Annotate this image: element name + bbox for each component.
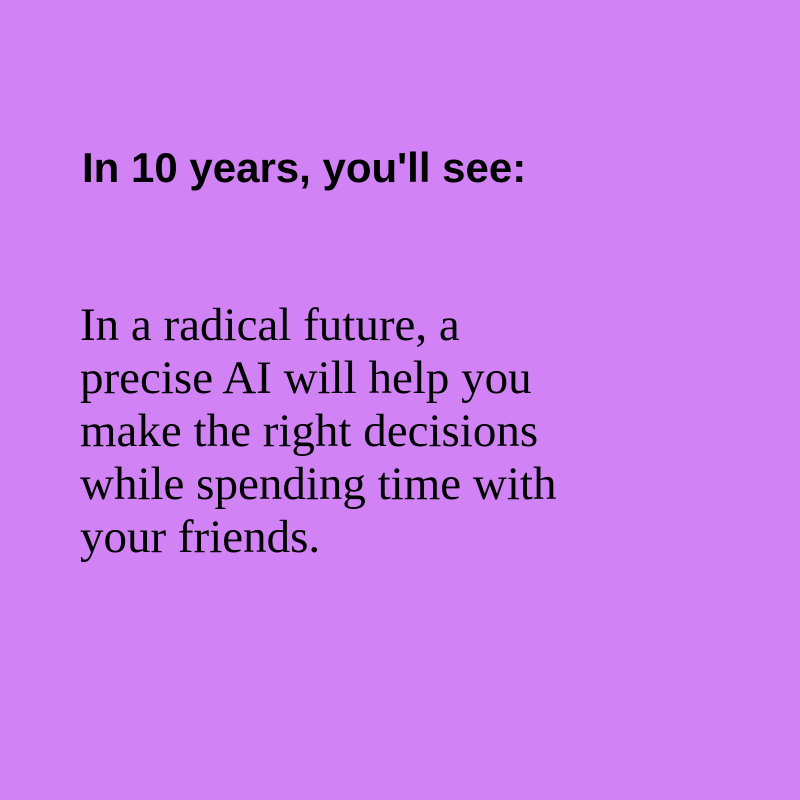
body-line: precise AI will help you [80, 352, 532, 404]
body-line: your friends. [80, 511, 321, 563]
body-line: make the right decisions [80, 405, 539, 457]
body-line: In a radical future, a [80, 299, 460, 351]
body-text: In a radical future, a precise AI will h… [80, 299, 700, 564]
quote-card: In 10 years, you'll see: In a radical fu… [0, 0, 800, 800]
heading: In 10 years, you'll see: [82, 144, 527, 191]
body-line: while spending time with [80, 458, 557, 510]
